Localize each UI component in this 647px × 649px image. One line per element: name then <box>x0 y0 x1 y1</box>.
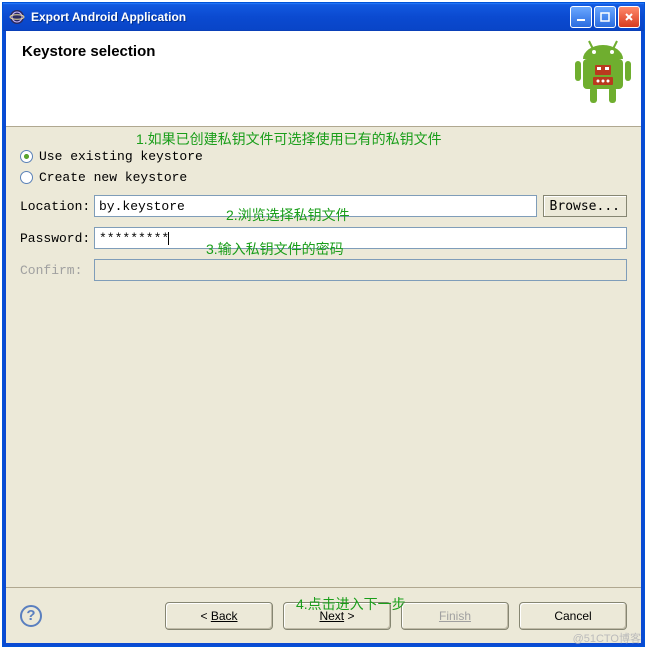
location-value: by.keystore <box>99 199 185 214</box>
chevron-right-icon: > <box>348 609 355 623</box>
cancel-label: Cancel <box>554 609 591 623</box>
android-icon <box>575 39 631 110</box>
page-title: Keystore selection <box>22 43 625 60</box>
maximize-button[interactable] <box>594 6 616 28</box>
location-row: Location: by.keystore Browse... <box>20 195 627 217</box>
finish-button: Finish <box>401 602 509 630</box>
back-label: Back <box>211 609 238 623</box>
location-label: Location: <box>20 199 94 214</box>
text-cursor <box>168 232 169 245</box>
browse-label: Browse... <box>550 199 620 214</box>
window-title: Export Android Application <box>31 10 186 24</box>
password-input[interactable]: ********* <box>94 227 627 249</box>
confirm-row: Confirm: <box>20 259 627 281</box>
eclipse-icon <box>9 9 25 25</box>
radio-label: Use existing keystore <box>39 149 203 164</box>
next-button[interactable]: Next > <box>283 602 391 630</box>
radio-create-new[interactable]: Create new keystore <box>20 170 627 185</box>
radio-icon <box>20 150 33 163</box>
radio-use-existing[interactable]: Use existing keystore <box>20 149 627 164</box>
radio-icon <box>20 171 33 184</box>
chevron-left-icon: < <box>200 609 207 623</box>
window-body: Keystore selection <box>3 31 644 646</box>
close-button[interactable] <box>618 6 640 28</box>
finish-label: Finish <box>439 609 471 623</box>
radio-label: Create new keystore <box>39 170 187 185</box>
location-input[interactable]: by.keystore <box>94 195 537 217</box>
footer: ? 4.点击进入下一步 < Back Next > Finish Cancel <box>6 587 641 643</box>
back-button[interactable]: < Back <box>165 602 273 630</box>
window-controls <box>570 6 640 28</box>
annotation-1: 1.如果已创建私钥文件可选择使用已有的私钥文件 <box>136 129 442 149</box>
minimize-button[interactable] <box>570 6 592 28</box>
dialog-window: Export Android Application Keystore sele… <box>2 2 645 647</box>
banner: Keystore selection <box>6 31 641 127</box>
password-value: ********* <box>99 231 169 246</box>
browse-button[interactable]: Browse... <box>543 195 627 217</box>
content-area: 1.如果已创建私钥文件可选择使用已有的私钥文件 Use existing key… <box>6 127 641 587</box>
password-label: Password: <box>20 231 94 246</box>
cancel-button[interactable]: Cancel <box>519 602 627 630</box>
watermark: @51CTO博客 <box>573 630 641 646</box>
confirm-input <box>94 259 627 281</box>
next-label: Next <box>319 609 344 623</box>
help-icon-glyph: ? <box>26 607 35 624</box>
title-bar: Export Android Application <box>3 3 644 31</box>
password-row: Password: ********* <box>20 227 627 249</box>
confirm-label: Confirm: <box>20 263 94 278</box>
help-button[interactable]: ? <box>20 605 42 627</box>
